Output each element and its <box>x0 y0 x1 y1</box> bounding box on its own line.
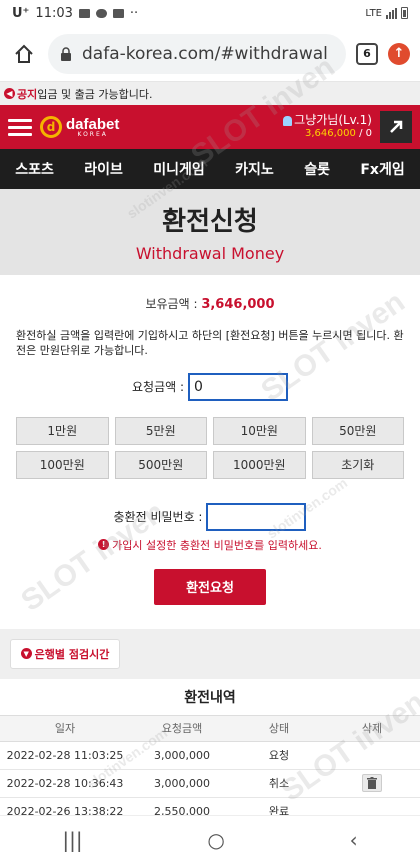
header-date: 일자 <box>0 715 130 742</box>
home-circle-icon[interactable]: ○ <box>207 828 224 852</box>
delete-button[interactable] <box>362 774 382 793</box>
header-delete: 삭제 <box>324 715 420 742</box>
user-icon <box>283 116 293 127</box>
page-subtitle: Withdrawal Money <box>135 244 285 263</box>
withdrawal-instructions: 환전하실 금액을 입력란에 기입하시고 하단의 [환전요청] 버튼을 누르시면 … <box>16 329 404 358</box>
nav-item-sports[interactable]: 스포츠 <box>15 159 54 179</box>
amount-button-5m[interactable]: 500만원 <box>114 450 207 479</box>
address-bar[interactable]: dafa-korea.com/#withdrawal <box>48 33 346 74</box>
message-notification-icon <box>95 8 107 18</box>
row-status: 요청 <box>234 742 324 770</box>
amount-button-50k[interactable]: 5만원 <box>114 416 207 445</box>
recent-apps-icon[interactable]: ||| <box>62 828 82 852</box>
row-amount: 3,000,000 <box>130 770 234 798</box>
bag-notification-icon <box>112 8 124 18</box>
header-balance-extra: / 0 <box>359 128 372 140</box>
brand-name: dafabet <box>66 115 120 133</box>
more-notifications: ·· <box>129 5 139 21</box>
amount-button-10m[interactable]: 1000만원 <box>213 450 306 479</box>
amount-button-100k[interactable]: 10만원 <box>213 416 306 445</box>
browser-toolbar: dafa-korea.com/#withdrawal 6 ↑ <box>0 26 420 82</box>
nav-item-slot[interactable]: 슬롯 <box>304 159 330 179</box>
battery-icon <box>401 7 408 19</box>
home-icon <box>15 44 33 63</box>
holding-amount: 보유금액 : 3,646,000 <box>16 295 404 312</box>
header-balance: 3,646,000 <box>304 128 356 140</box>
withdraw-request-button[interactable]: 환전요청 <box>154 568 266 605</box>
password-label: 충환전 비밀번호 : <box>113 510 203 525</box>
user-info: 그냥가님(Lv.1) 3,646,000 / 0 <box>283 114 372 139</box>
header-amount: 요청금액 <box>130 715 234 742</box>
back-icon[interactable]: ‹ <box>350 828 358 852</box>
notice-tag-label: 공지 <box>17 87 38 101</box>
logout-button[interactable] <box>380 111 412 143</box>
password-row: 충환전 비밀번호 : <box>16 502 404 531</box>
menu-icon[interactable] <box>8 118 32 136</box>
nav-item-minigame[interactable]: 미니게임 <box>153 159 205 179</box>
page-title: 환전신청 <box>162 207 258 237</box>
row-amount: 3,000,000 <box>130 742 234 770</box>
warning-icon: ! <box>98 539 110 551</box>
brand-sub: KOREA <box>77 130 108 138</box>
amount-button-1m[interactable]: 100만원 <box>16 450 109 479</box>
image-notification-icon <box>78 8 90 18</box>
update-arrow-icon[interactable]: ↑ <box>388 42 410 65</box>
request-amount-row: 요청금액 : 0 <box>16 372 404 401</box>
request-amount-input[interactable]: 0 <box>188 372 289 401</box>
notice-text: 입금 및 출금 가능합니다. <box>37 87 153 101</box>
bank-maintenance-label: 은행별 점검시간 <box>34 647 110 661</box>
password-input[interactable] <box>206 502 307 531</box>
history-title: 환전내역 <box>0 679 420 716</box>
row-status: 취소 <box>234 770 324 798</box>
home-button[interactable] <box>10 40 38 68</box>
row-delete-cell <box>324 742 420 770</box>
logout-arrow-icon <box>390 120 403 133</box>
bank-maintenance-button[interactable]: ▼ 은행별 점검시간 <box>10 638 120 669</box>
signal-icon <box>386 7 397 19</box>
tab-switcher-button[interactable]: 6 <box>356 42 378 65</box>
notice-arrow-icon: ◀ <box>4 88 15 99</box>
dafabet-logo[interactable]: d dafabet KOREA <box>40 116 119 138</box>
network-type: LTE <box>365 7 382 19</box>
row-date: 2022-02-28 11:03:25 <box>0 742 130 770</box>
notice-bar: ◀ 공지 입금 및 출금 가능합니다. <box>0 82 420 105</box>
amount-button-grid: 1만원 5만원 10만원 50만원 100만원 500만원 1000만원 초기화 <box>16 416 404 479</box>
site-header: d dafabet KOREA 그냥가님(Lv.1) 3,646,000 / 0 <box>0 105 420 149</box>
username: 그냥가님(Lv.1) <box>294 113 372 128</box>
reset-button[interactable]: 초기화 <box>311 450 404 479</box>
withdrawal-history: 환전내역 일자 요청금액 상태 삭제 2022-02-28 11:03:25 3… <box>0 678 420 826</box>
main-nav: 스포츠 라이브 미니게임 카지노 슬롯 Fx게임 <box>0 149 420 189</box>
amount-button-500k[interactable]: 50만원 <box>311 416 404 445</box>
row-delete-cell <box>324 770 420 798</box>
clock: 11:03 <box>35 5 73 21</box>
lock-icon <box>61 46 71 61</box>
nav-item-live[interactable]: 라이브 <box>84 159 123 179</box>
url-text: dafa-korea.com/#withdrawal <box>82 43 328 64</box>
nav-item-casino[interactable]: 카지노 <box>235 159 274 179</box>
row-date: 2022-02-28 10:36:43 <box>0 770 130 798</box>
page-title-box: 환전신청 Withdrawal Money <box>0 189 420 275</box>
nav-item-fx[interactable]: Fx게임 <box>360 159 404 179</box>
trash-icon <box>367 777 377 790</box>
arrow-down-icon: ▼ <box>20 648 32 660</box>
password-warning-text: 가입시 설정한 충환전 비밀번호를 입력하세요. <box>112 538 322 552</box>
holding-value: 3,646,000 <box>201 297 275 312</box>
status-bar: U⁺ 11:03 ·· LTE <box>0 0 420 26</box>
notice-tag: ◀ 공지 <box>4 86 37 102</box>
carrier-label: U⁺ <box>12 5 30 21</box>
holding-label: 보유금액 : <box>145 297 198 311</box>
request-amount-label: 요청금액 : <box>131 380 185 395</box>
logo-mark-icon: d <box>40 116 62 138</box>
header-status: 상태 <box>234 715 324 742</box>
history-table: 일자 요청금액 상태 삭제 2022-02-28 11:03:25 3,000,… <box>0 715 420 826</box>
password-warning: ! 가입시 설정한 충환전 비밀번호를 입력하세요. <box>16 537 404 553</box>
amount-button-10k[interactable]: 1만원 <box>16 416 109 445</box>
android-nav-bar: ||| ○ ‹ <box>0 815 420 863</box>
